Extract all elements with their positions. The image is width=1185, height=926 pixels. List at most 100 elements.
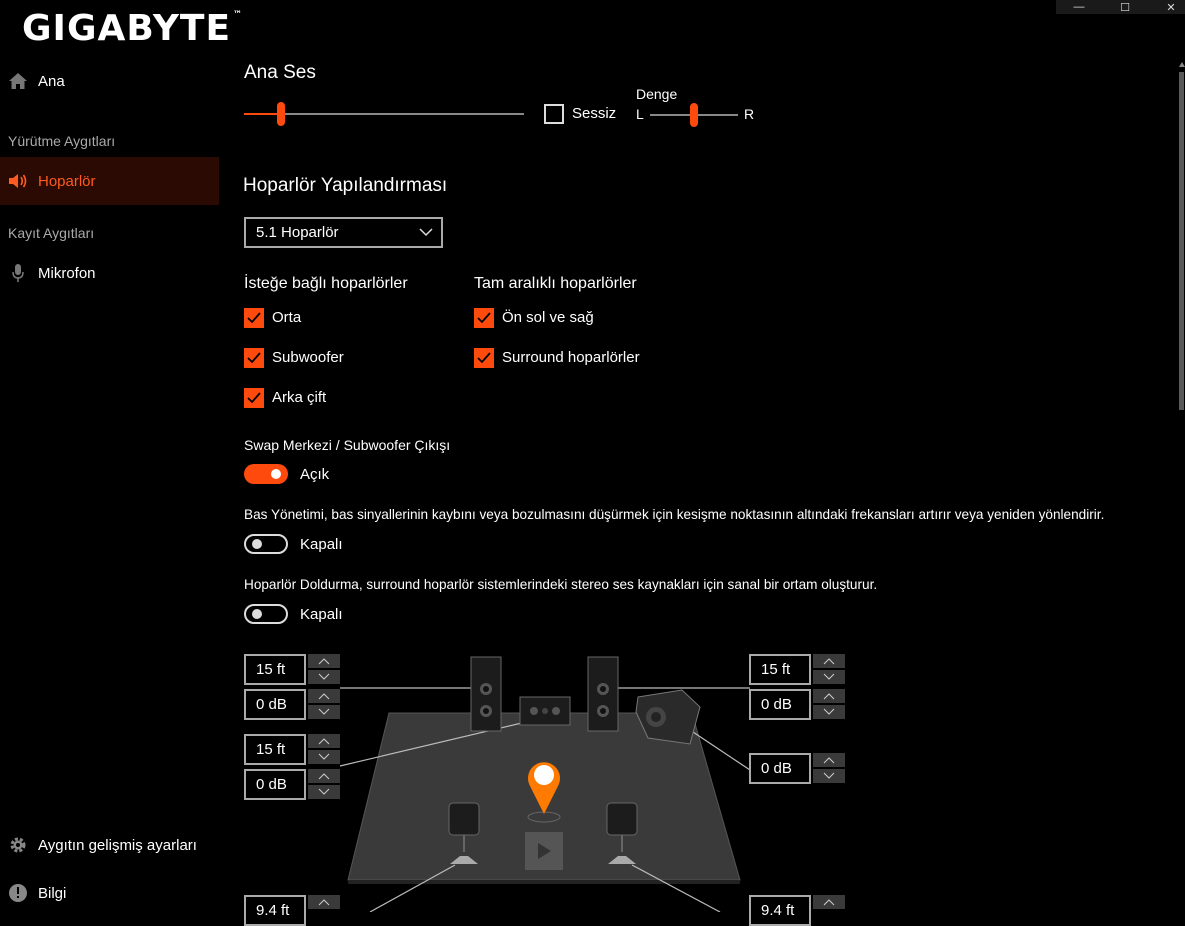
front-left-distance-spinner[interactable]: 15 ft	[244, 654, 340, 685]
center-speaker-icon	[519, 696, 571, 726]
balance-left-label: L	[636, 106, 644, 122]
gigabyte-logo: GIGABYTE ™	[22, 8, 244, 49]
recording-devices-header: Kayıt Aygıtları	[8, 225, 95, 241]
spinner-value[interactable]: 0 dB	[244, 769, 306, 800]
home-icon	[0, 72, 38, 90]
bass-management-toggle[interactable]	[244, 534, 288, 554]
rear-pair-label: Arka çift	[272, 389, 327, 406]
chevron-up-icon[interactable]	[813, 654, 845, 668]
spinner-value[interactable]: 0 dB	[749, 753, 811, 784]
checkbox-box[interactable]	[544, 104, 564, 124]
front-right-gain-spinner[interactable]: 0 dB	[749, 689, 845, 720]
scroll-up-icon[interactable]	[1179, 62, 1185, 67]
swap-toggle[interactable]	[244, 464, 288, 484]
toggle-knob	[252, 609, 262, 619]
spinner-value[interactable]: 15 ft	[749, 654, 811, 685]
checkmark-icon[interactable]	[244, 308, 264, 328]
rear-right-distance-spinner[interactable]: 9.4 ft	[749, 895, 845, 926]
spinner-value[interactable]: 15 ft	[244, 734, 306, 765]
center-label: Orta	[272, 309, 302, 326]
bass-management-description: Bas Yönetimi, bas sinyallerinin kaybını …	[244, 507, 1105, 522]
chevron-down-icon[interactable]	[308, 750, 340, 764]
chevron-down-icon[interactable]	[813, 769, 845, 783]
chevron-up-icon[interactable]	[308, 769, 340, 783]
minimize-button[interactable]: —	[1056, 0, 1102, 14]
spinner-value[interactable]: 15 ft	[244, 654, 306, 685]
chevron-up-icon[interactable]	[813, 895, 845, 909]
maximize-button[interactable]: ☐	[1102, 0, 1148, 14]
checkmark-icon[interactable]	[244, 388, 264, 408]
sidebar-item-speaker[interactable]: Hoparlör	[0, 157, 219, 205]
swap-state: Açık	[300, 466, 330, 483]
subwoofer-gain-spinner[interactable]: 0 dB	[749, 753, 845, 784]
swap-title: Swap Merkezi / Subwoofer Çıkışı	[244, 437, 451, 453]
speaker-fill-toggle[interactable]	[244, 604, 288, 624]
speaker-icon	[0, 173, 38, 189]
spinner-value[interactable]: 9.4 ft	[749, 895, 811, 926]
chevron-down-icon	[419, 225, 433, 243]
master-volume-title: Ana Ses	[244, 62, 316, 83]
speaker-stage-illustration	[339, 656, 751, 912]
chevron-down-icon[interactable]	[308, 705, 340, 719]
center-gain-spinner[interactable]: 0 dB	[244, 769, 340, 800]
front-right-distance-spinner[interactable]: 15 ft	[749, 654, 845, 685]
slider-thumb[interactable]	[277, 102, 285, 126]
checkmark-icon[interactable]	[474, 308, 494, 328]
subwoofer-checkbox[interactable]: Subwoofer	[244, 348, 424, 370]
chevron-down-icon[interactable]	[308, 785, 340, 799]
speaker-config-value: 5.1 Hoparlör	[256, 224, 339, 241]
playback-devices-header: Yürütme Aygıtları	[8, 133, 116, 149]
subwoofer-label: Subwoofer	[272, 349, 344, 366]
close-button[interactable]: ✕	[1148, 0, 1185, 14]
vertical-scrollbar[interactable]	[1178, 62, 1185, 912]
slider-fill	[244, 113, 281, 115]
sidebar-item-label: Ana	[38, 72, 65, 90]
master-volume-slider[interactable]	[244, 101, 524, 127]
sidebar-item-label: Hoparlör	[38, 172, 96, 190]
slider-track	[244, 113, 524, 115]
chevron-up-icon[interactable]	[813, 753, 845, 767]
sidebar-item-label: Mikrofon	[38, 264, 96, 282]
toggle-knob	[252, 539, 262, 549]
front-lr-checkbox[interactable]: Ön sol ve sağ	[474, 308, 674, 330]
mute-label: Sessiz	[572, 105, 617, 122]
surround-label: Surround hoparlörler	[502, 349, 640, 366]
speaker-fill-description: Hoparlör Doldurma, surround hoparlör sis…	[244, 577, 878, 592]
chevron-up-icon[interactable]	[308, 654, 340, 668]
chevron-up-icon[interactable]	[308, 895, 340, 909]
slider-thumb[interactable]	[690, 103, 698, 127]
front-lr-label: Ön sol ve sağ	[502, 309, 594, 326]
rear-left-distance-spinner[interactable]: 9.4 ft	[244, 895, 340, 926]
center-distance-spinner[interactable]: 15 ft	[244, 734, 340, 765]
chevron-up-icon[interactable]	[308, 689, 340, 703]
chevron-up-icon[interactable]	[813, 689, 845, 703]
speaker-config-dropdown[interactable]: 5.1 Hoparlör	[244, 217, 443, 248]
surround-checkbox[interactable]: Surround hoparlörler	[474, 348, 674, 370]
center-checkbox[interactable]: Orta	[244, 308, 424, 330]
sidebar-item-home[interactable]: Ana	[0, 57, 219, 105]
chevron-down-icon[interactable]	[813, 705, 845, 719]
play-icon	[525, 832, 563, 870]
speaker-config-title: Hoparlör Yapılandırması	[243, 175, 448, 196]
balance-slider[interactable]	[650, 102, 738, 128]
front-left-gain-spinner[interactable]: 0 dB	[244, 689, 340, 720]
checkmark-icon[interactable]	[474, 348, 494, 368]
scrollbar-thumb[interactable]	[1179, 72, 1184, 410]
balance-label: Denge	[636, 86, 678, 102]
bass-management-state: Kapalı	[300, 536, 343, 553]
mute-checkbox[interactable]: Sessiz	[544, 104, 624, 126]
spinner-value[interactable]: 0 dB	[244, 689, 306, 720]
chevron-up-icon[interactable]	[308, 734, 340, 748]
spinner-value[interactable]: 0 dB	[749, 689, 811, 720]
chevron-down-icon[interactable]	[308, 670, 340, 684]
full-range-speakers-title: Tam aralıklı hoparlörler	[474, 275, 637, 292]
spinner-value[interactable]: 9.4 ft	[244, 895, 306, 926]
chevron-down-icon[interactable]	[813, 670, 845, 684]
speaker-fill-state: Kapalı	[300, 606, 343, 623]
toggle-knob	[271, 469, 281, 479]
microphone-icon	[0, 263, 38, 283]
rear-pair-checkbox[interactable]: Arka çift	[244, 388, 424, 410]
checkmark-icon[interactable]	[244, 348, 264, 368]
front-right-speaker-icon	[587, 656, 619, 732]
sidebar-item-microphone[interactable]: Mikrofon	[0, 249, 219, 297]
